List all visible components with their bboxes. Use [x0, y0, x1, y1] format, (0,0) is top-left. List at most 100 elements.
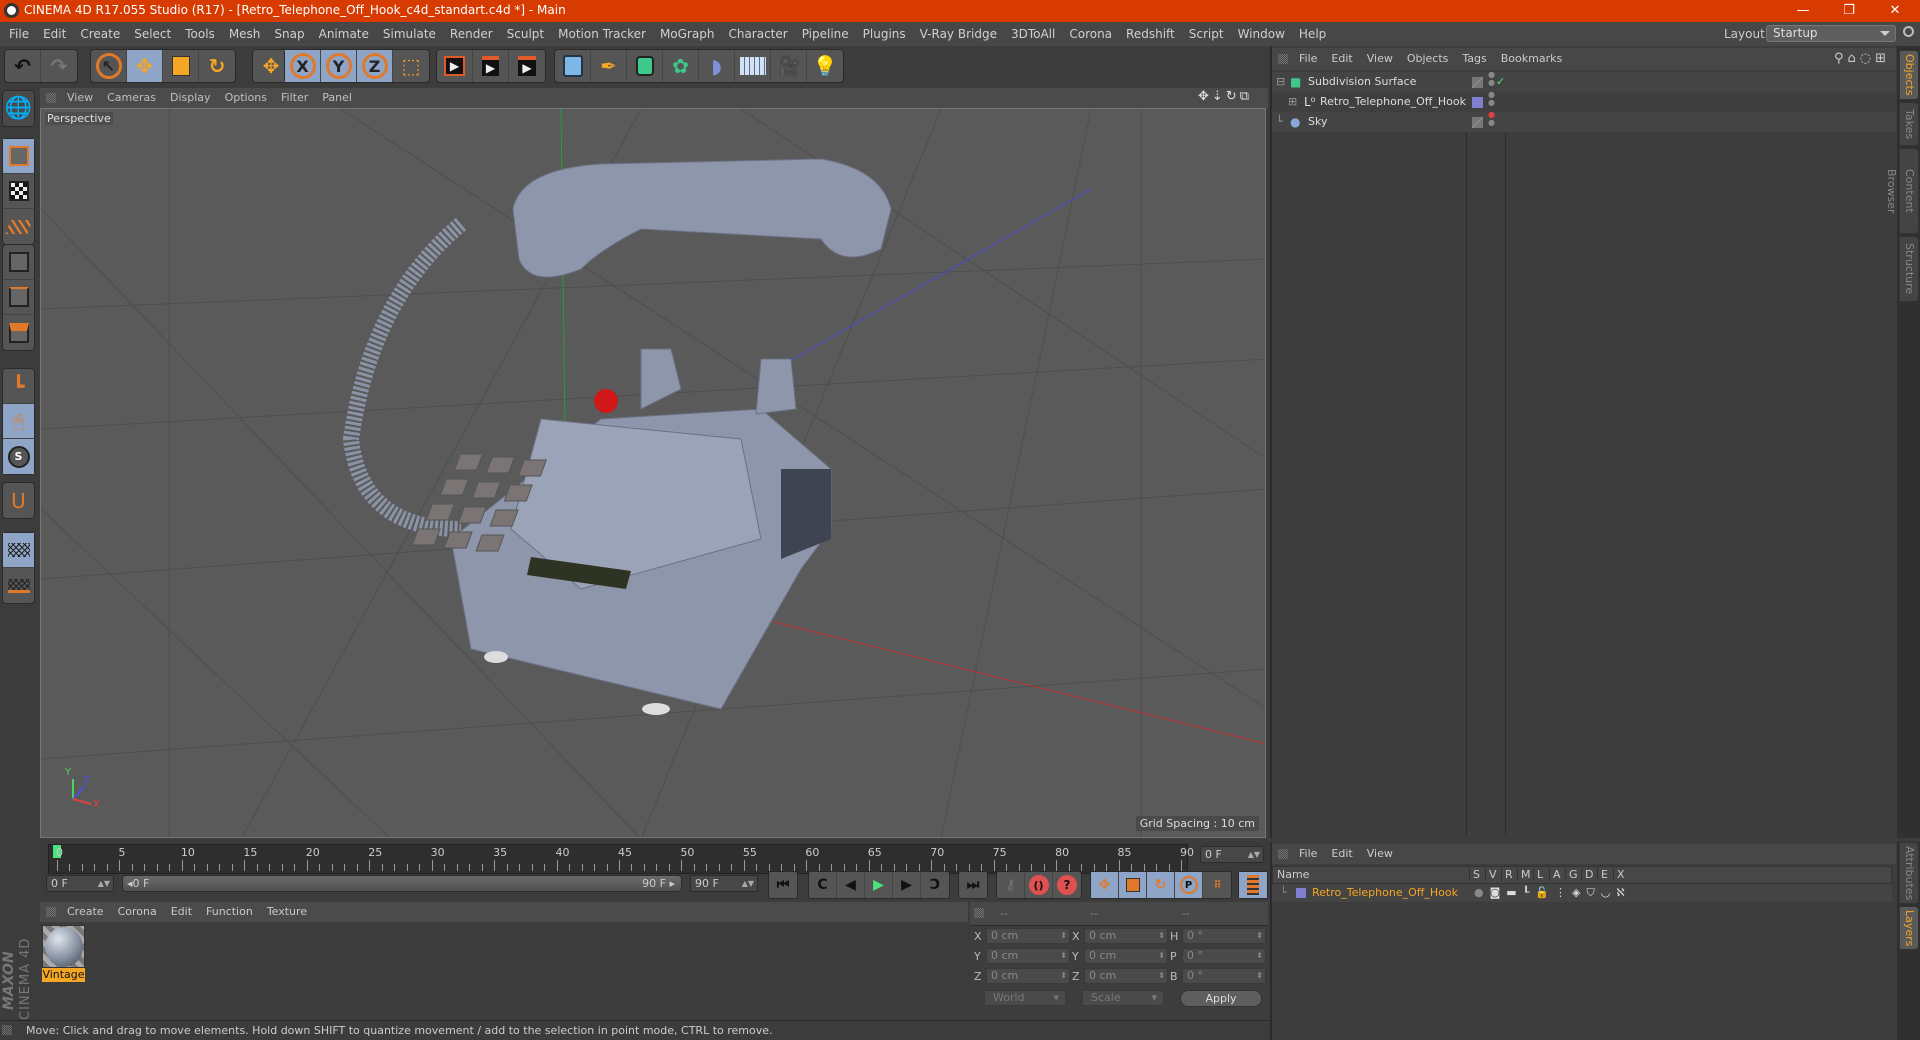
- layer-column-m[interactable]: M: [1517, 868, 1531, 881]
- layer-menu-file[interactable]: File: [1292, 844, 1324, 864]
- spinner-icon[interactable]: ⬍: [1158, 969, 1165, 983]
- object-menu-view[interactable]: View: [1360, 48, 1400, 70]
- spinner-icon[interactable]: ⬍: [1060, 949, 1067, 963]
- grip-handle[interactable]: [46, 907, 56, 917]
- orbit-icon[interactable]: ↻: [1226, 89, 1240, 104]
- apply-button[interactable]: Apply: [1180, 990, 1262, 1007]
- object-name[interactable]: Sky: [1308, 112, 1327, 132]
- move-tool-button[interactable]: ✥: [127, 50, 163, 82]
- menu-file[interactable]: File: [2, 22, 36, 46]
- key-parameter-button[interactable]: P: [1175, 872, 1203, 898]
- coordinate-system-button[interactable]: ⬚: [393, 50, 429, 82]
- spinner-icon[interactable]: ⬍: [1256, 949, 1263, 963]
- object-name[interactable]: Retro_Telephone_Off_Hook: [1320, 92, 1466, 112]
- spinner-icon[interactable]: ⬍: [1158, 949, 1165, 963]
- cube-button[interactable]: [555, 50, 591, 82]
- frame-range-slider[interactable]: ◂0 F 90 F ▸: [122, 875, 682, 892]
- menu-script[interactable]: Script: [1182, 22, 1231, 46]
- prev-frame-button[interactable]: ◀: [837, 872, 865, 898]
- dolly-icon[interactable]: ⇣: [1212, 89, 1226, 104]
- key-scale-button[interactable]: [1119, 872, 1147, 898]
- object-menu-edit[interactable]: Edit: [1324, 48, 1359, 70]
- minimize-button[interactable]: —: [1780, 0, 1826, 22]
- timeline-ruler[interactable]: 0 5 10 15 20 25 30 35 40 45 50 55 60 65 70 75 80 85 90: [48, 844, 1194, 874]
- model-mode-button[interactable]: [3, 139, 34, 174]
- restore-button[interactable]: ❐: [1826, 0, 1872, 22]
- make-editable-button[interactable]: 🌐: [3, 91, 34, 126]
- texture-mode-button[interactable]: [3, 174, 34, 209]
- menu-motion-tracker[interactable]: Motion Tracker: [551, 22, 653, 46]
- object-menu-bookmarks[interactable]: Bookmarks: [1494, 48, 1569, 70]
- spinner-icon[interactable]: ⬍: [1060, 929, 1067, 943]
- side-tab-content-browser[interactable]: Content Browser: [1885, 148, 1919, 234]
- 3d-viewport[interactable]: Perspective Y Z X Grid Spacing : 10 cm: [40, 108, 1266, 838]
- layer-column-v[interactable]: V: [1485, 868, 1497, 881]
- expand-icon[interactable]: ⊞: [1288, 92, 1297, 112]
- size-field[interactable]: 0 cm ⬍: [1084, 928, 1168, 944]
- timeline-button[interactable]: [1239, 872, 1267, 898]
- menu-mesh[interactable]: Mesh: [222, 22, 268, 46]
- grip-handle[interactable]: [974, 908, 984, 918]
- light-button[interactable]: 💡: [807, 50, 843, 82]
- menu-pipeline[interactable]: Pipeline: [795, 22, 856, 46]
- grip-handle[interactable]: [2, 1025, 12, 1035]
- grip-handle[interactable]: [1278, 849, 1288, 859]
- scale-tool-button[interactable]: [163, 50, 199, 82]
- menu-v-ray-bridge[interactable]: V-Ray Bridge: [913, 22, 1004, 46]
- grip-handle[interactable]: [1278, 54, 1288, 64]
- workplane-mode-button[interactable]: [3, 209, 34, 244]
- deformer-button[interactable]: ◗: [699, 50, 735, 82]
- start-frame-field[interactable]: 0 F ▲▼: [46, 875, 114, 892]
- editor-render-toggle-icon[interactable]: [1472, 117, 1483, 128]
- render-clapboard-icon[interactable]: ▬: [1506, 886, 1522, 899]
- layout-dropdown[interactable]: Startup: [1766, 25, 1896, 42]
- enabled-check-icon[interactable]: ✓: [1496, 72, 1505, 92]
- layer-column-e[interactable]: E: [1597, 868, 1608, 881]
- material-vintage[interactable]: Vintage: [42, 925, 85, 982]
- layer-column-l[interactable]: L: [1533, 868, 1543, 881]
- goto-end-button[interactable]: ⏭: [959, 872, 987, 898]
- render-picture-viewer-button[interactable]: ▶: [473, 50, 509, 82]
- edges-mode-button[interactable]: [3, 280, 34, 315]
- spinner-icon[interactable]: ▲▼: [98, 876, 110, 891]
- home-icon[interactable]: ⌂: [1847, 51, 1859, 66]
- close-button[interactable]: ✕: [1872, 0, 1918, 22]
- spinner-icon[interactable]: ▲▼: [742, 876, 754, 891]
- solo-icon[interactable]: ●: [1474, 886, 1490, 899]
- position-field[interactable]: 0 cm ⬍: [986, 948, 1070, 964]
- position-field[interactable]: 0 cm ⬍: [986, 968, 1070, 984]
- size-field[interactable]: 0 cm ⬍: [1084, 968, 1168, 984]
- telephone-model[interactable]: [342, 158, 892, 715]
- manager-hierarchy-icon[interactable]: ┖: [1523, 886, 1536, 899]
- magnet-button[interactable]: U: [3, 483, 34, 518]
- rotate-tool-button[interactable]: ↻: [199, 50, 235, 82]
- key-position-button[interactable]: ✥: [1091, 872, 1119, 898]
- spinner-icon[interactable]: ⬍: [1158, 929, 1165, 943]
- coordinate-mode-dropdown[interactable]: World ▾: [984, 990, 1066, 1006]
- transform-mode-dropdown[interactable]: Scale ▾: [1082, 990, 1164, 1006]
- menu-create[interactable]: Create: [73, 22, 127, 46]
- layer-color-tag[interactable]: [1472, 97, 1483, 108]
- range-right-arrow[interactable]: ▸: [669, 877, 675, 890]
- generators-icon[interactable]: ◈: [1572, 886, 1586, 899]
- position-field[interactable]: 0 cm ⬍: [986, 928, 1070, 944]
- spinner-icon[interactable]: ▲▼: [1248, 847, 1260, 862]
- eye-icon[interactable]: ◌: [1860, 51, 1875, 66]
- key-pla-button[interactable]: ⠿: [1203, 872, 1231, 898]
- object-menu-file[interactable]: File: [1292, 48, 1324, 70]
- cloner-button[interactable]: ✿: [663, 50, 699, 82]
- animation-icon[interactable]: ⋮: [1555, 886, 1572, 899]
- layer-column-g[interactable]: G: [1565, 868, 1578, 881]
- material-menu-texture[interactable]: Texture: [260, 902, 314, 922]
- visible-eye-icon[interactable]: ◙: [1490, 886, 1507, 899]
- floor-button[interactable]: [735, 50, 771, 82]
- enable-axis-button[interactable]: ┗: [3, 369, 34, 404]
- search-icon[interactable]: ⚲: [1834, 51, 1848, 66]
- menu-window[interactable]: Window: [1231, 22, 1292, 46]
- next-frame-button[interactable]: ▶: [893, 872, 921, 898]
- object-name[interactable]: Subdivision Surface: [1308, 72, 1416, 92]
- size-field[interactable]: 0 cm ⬍: [1084, 948, 1168, 964]
- camera-label[interactable]: Perspective: [45, 112, 113, 125]
- viewport-menu-view[interactable]: View: [60, 88, 100, 108]
- goto-start-button[interactable]: ⏮: [769, 872, 797, 898]
